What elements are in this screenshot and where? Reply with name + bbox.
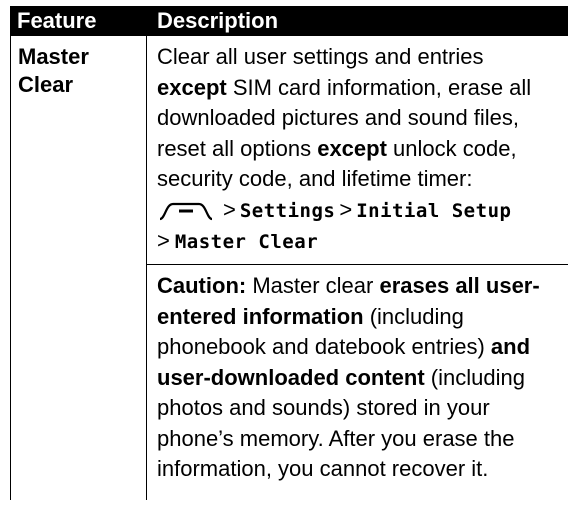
menu-key-icon [157, 200, 215, 222]
desc-emphasis-except: except [317, 135, 387, 161]
feature-name-line1: Master [18, 44, 89, 69]
caution-label: Caution: [157, 273, 247, 298]
description-paragraph: Clear all user settings and entries exce… [157, 42, 568, 195]
table-header: Feature Description [10, 6, 568, 36]
caution-paragraph: Caution: Master clear erases all user-en… [157, 271, 568, 485]
menu-item-settings: Settings [239, 199, 336, 222]
feature-table: Feature Description Master Clear Clear a… [10, 6, 568, 500]
description-header: Description [157, 8, 279, 33]
divider [147, 263, 568, 265]
description-cell: Clear all user settings and entries exce… [147, 36, 568, 500]
table-row: Master Clear Clear all user settings and… [10, 36, 568, 500]
path-separator: > [339, 196, 353, 222]
caution-text: Master clear [246, 273, 380, 298]
feature-name-line2: Clear [18, 72, 74, 97]
path-separator: > [223, 196, 236, 222]
feature-header: Feature [17, 8, 97, 33]
feature-cell: Master Clear [10, 36, 147, 500]
desc-emphasis-except: except [157, 74, 227, 100]
menu-path: > Settings > Initial Setup [157, 195, 568, 227]
menu-item-initial-setup: Initial Setup [356, 199, 512, 222]
menu-path-cont: > Master Clear [157, 226, 568, 258]
desc-text: Clear all user settings and entries [157, 44, 484, 69]
menu-item-master-clear: Master Clear [174, 231, 319, 253]
path-separator: > [157, 228, 170, 253]
